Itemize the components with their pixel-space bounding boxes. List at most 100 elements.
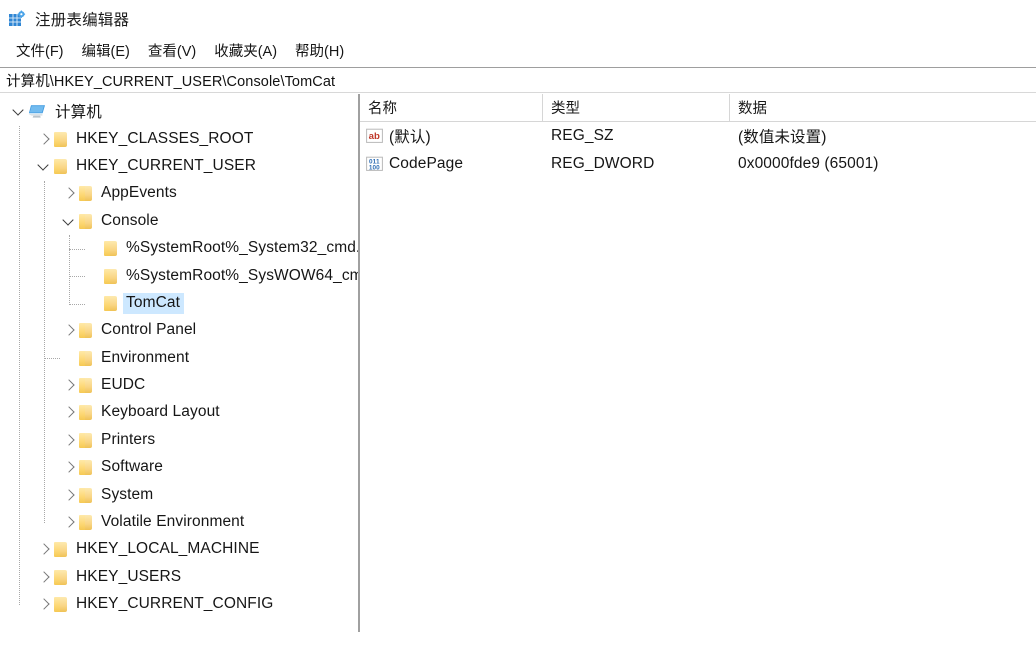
chevron-right-icon[interactable] xyxy=(61,509,78,536)
chevron-right-icon[interactable] xyxy=(61,399,78,426)
menu-edit[interactable]: 编辑(E) xyxy=(75,38,137,64)
chevron-right-icon[interactable] xyxy=(61,427,78,454)
tree-item[interactable]: HKEY_CURRENT_USER xyxy=(0,153,358,180)
folder-icon xyxy=(78,185,93,202)
tree-guide-line xyxy=(69,235,70,304)
chevron-right-icon[interactable] xyxy=(36,564,53,591)
tree-item-label: AppEvents xyxy=(101,184,177,202)
tree-guide-line xyxy=(19,125,20,605)
chevron-down-icon[interactable] xyxy=(11,98,28,125)
tree-item-label: %SystemRoot%_SysWOW64_cmd.exe xyxy=(126,266,358,284)
folder-icon xyxy=(53,158,68,175)
column-header-type[interactable]: 类型 xyxy=(543,94,730,121)
svg-text:100: 100 xyxy=(369,164,380,171)
tree-item-label: HKEY_CURRENT_USER xyxy=(76,156,256,174)
chevron-right-icon[interactable] xyxy=(61,180,78,207)
address-bar[interactable]: 计算机\HKEY_CURRENT_USER\Console\TomCat xyxy=(0,67,1036,93)
tree-item-label: System xyxy=(101,485,154,503)
tree-item[interactable]: Volatile Environment xyxy=(0,509,358,536)
tree-item-label: %SystemRoot%_System32_cmd.exe xyxy=(126,239,358,257)
value-data-cell: (数值未设置) xyxy=(738,129,827,146)
tree-item-label: HKEY_CURRENT_CONFIG xyxy=(76,595,274,613)
tree-item-label: HKEY_USERS xyxy=(76,567,182,585)
folder-icon xyxy=(78,350,93,367)
svg-text:ab: ab xyxy=(369,131,380,142)
registry-values-pane[interactable]: 名称 类型 数据 ab (默认) REG_SZ (数值未设置) 011 100 CodePa… xyxy=(359,94,1036,632)
tree-item[interactable]: AppEvents xyxy=(0,180,358,207)
values-list: ab (默认) REG_SZ (数值未设置) 011 100 CodePage REG_DWO… xyxy=(360,122,1036,178)
menu-bar: 文件(F) 编辑(E) 查看(V) 收藏夹(A) 帮助(H) xyxy=(0,38,1036,64)
column-header-data[interactable]: 数据 xyxy=(730,94,1036,121)
folder-icon xyxy=(78,514,93,531)
folder-icon xyxy=(78,377,93,394)
tree-item-label: Environment xyxy=(101,348,190,366)
tree-item[interactable]: HKEY_CLASSES_ROOT xyxy=(0,125,358,152)
value-name-text: (默认) xyxy=(389,129,431,146)
folder-icon xyxy=(53,596,68,613)
values-column-headers: 名称 类型 数据 xyxy=(360,94,1036,122)
tree-item[interactable]: Console xyxy=(0,208,358,235)
value-row[interactable]: ab (默认) REG_SZ (数值未设置) xyxy=(360,122,1036,150)
chevron-right-icon[interactable] xyxy=(36,126,53,153)
tree-item-label: Control Panel xyxy=(101,321,197,339)
tree-item[interactable]: Keyboard Layout xyxy=(0,399,358,426)
computer-icon xyxy=(28,103,47,120)
tree-item[interactable]: 计算机 xyxy=(0,98,358,125)
menu-help[interactable]: 帮助(H) xyxy=(288,38,351,64)
tree-item[interactable]: System xyxy=(0,481,358,508)
tree-guide-elbow xyxy=(44,358,60,360)
tree-item[interactable]: %SystemRoot%_System32_cmd.exe xyxy=(0,235,358,262)
registry-editor-icon xyxy=(8,10,26,28)
folder-icon xyxy=(53,569,68,586)
tree-item[interactable]: HKEY_CURRENT_CONFIG xyxy=(0,591,358,618)
registry-tree-pane[interactable]: 计算机 HKEY_CLASSES_ROOT HKEY_CURRENT_USER App… xyxy=(0,94,359,632)
registry-path-text: 计算机\HKEY_CURRENT_USER\Console\TomCat xyxy=(6,73,336,90)
tree-guide-elbow xyxy=(69,303,85,305)
column-header-name[interactable]: 名称 xyxy=(360,94,543,121)
tree-item[interactable]: TomCat xyxy=(0,290,358,317)
tree-item[interactable]: HKEY_USERS xyxy=(0,564,358,591)
folder-icon xyxy=(78,404,93,421)
tree-item[interactable]: EUDC xyxy=(0,372,358,399)
folder-icon xyxy=(53,131,68,148)
folder-icon xyxy=(53,541,68,558)
folder-icon xyxy=(103,240,118,257)
folder-icon xyxy=(78,487,93,504)
chevron-down-icon[interactable] xyxy=(36,153,53,180)
chevron-right-icon[interactable] xyxy=(61,317,78,344)
chevron-right-icon[interactable] xyxy=(61,454,78,481)
registry-tree: 计算机 HKEY_CLASSES_ROOT HKEY_CURRENT_USER App… xyxy=(0,94,358,618)
tree-item-label: Keyboard Layout xyxy=(101,403,220,421)
value-name-cell: ab (默认) xyxy=(360,125,543,147)
value-type-cell: REG_DWORD xyxy=(551,155,655,172)
main-content: 计算机 HKEY_CLASSES_ROOT HKEY_CURRENT_USER App… xyxy=(0,93,1036,632)
chevron-right-icon[interactable] xyxy=(36,536,53,563)
folder-icon xyxy=(78,322,93,339)
chevron-right-icon[interactable] xyxy=(61,372,78,399)
tree-item-label: Software xyxy=(101,458,163,476)
value-row[interactable]: 011 100 CodePage REG_DWORD 0x0000fde9 (65001… xyxy=(360,150,1036,178)
menu-view[interactable]: 查看(V) xyxy=(141,38,203,64)
tree-item-label: Printers xyxy=(101,430,156,448)
chevron-down-icon[interactable] xyxy=(61,208,78,235)
title-bar: 注册表编辑器 xyxy=(0,0,1036,38)
chevron-right-icon[interactable] xyxy=(61,482,78,509)
menu-favorites[interactable]: 收藏夹(A) xyxy=(207,38,284,64)
tree-item[interactable]: HKEY_LOCAL_MACHINE xyxy=(0,536,358,563)
menu-file[interactable]: 文件(F) xyxy=(9,38,71,64)
tree-item[interactable]: %SystemRoot%_SysWOW64_cmd.exe xyxy=(0,262,358,289)
tree-item[interactable]: Printers xyxy=(0,427,358,454)
tree-item[interactable]: Control Panel xyxy=(0,317,358,344)
chevron-right-icon[interactable] xyxy=(36,591,53,618)
tree-item[interactable]: Software xyxy=(0,454,358,481)
tree-item-label: EUDC xyxy=(101,376,146,394)
